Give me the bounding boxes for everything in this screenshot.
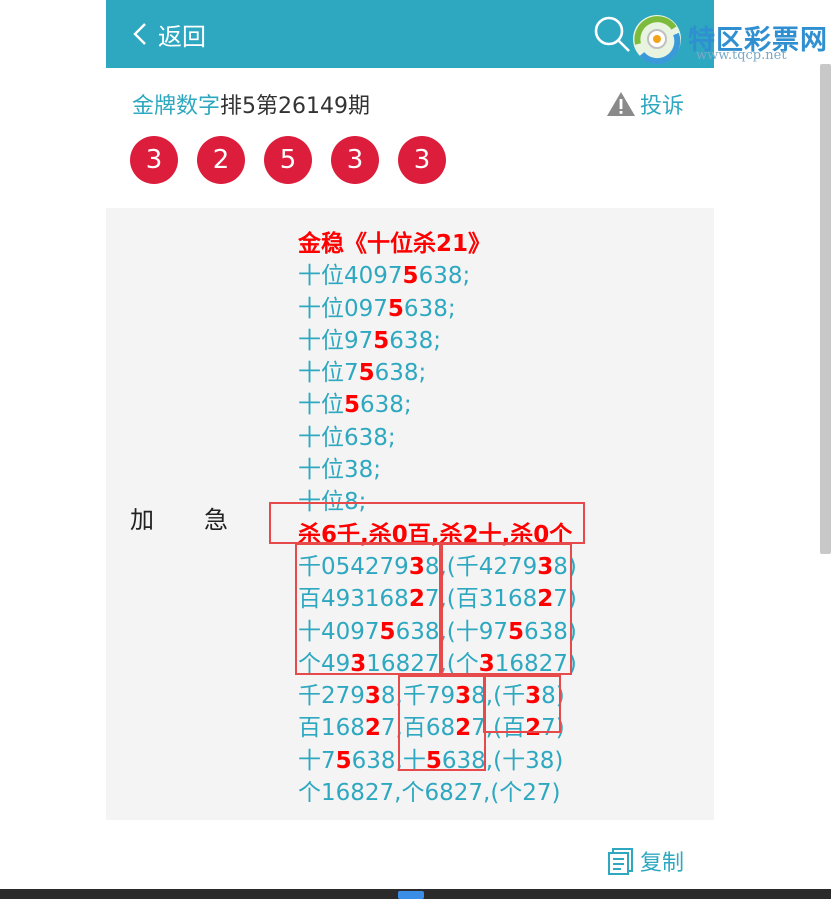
result-balls: 3 2 5 3 3 — [130, 136, 465, 184]
issue-title: 金牌数字排5第26149期 — [132, 88, 370, 120]
tip-text: 十位4097 — [298, 263, 403, 290]
highlighted-digit: 5 — [358, 360, 375, 387]
copy-label: 复制 — [640, 851, 685, 876]
tip-line: 个16827,个6827,(个27) — [298, 777, 577, 809]
tip-text: 十位097 — [298, 295, 388, 322]
tip-line: 十位40975638; — [298, 260, 577, 292]
highlight-box — [295, 543, 443, 675]
back-button[interactable]: 返回 — [130, 16, 206, 52]
issue-link[interactable]: 金牌数字 — [132, 94, 220, 119]
result-ball: 5 — [264, 136, 312, 184]
tip-line: 十位638; — [298, 422, 577, 454]
highlighted-digit: 金稳《十位杀21》 — [298, 231, 492, 257]
highlight-box — [483, 675, 561, 733]
site-logo: 特区彩票网 www.tqcp.net — [628, 10, 828, 68]
scrollbar[interactable] — [820, 64, 831, 554]
tip-text: 十7 — [298, 747, 336, 774]
tip-text: 638; — [418, 263, 471, 290]
tip-text: 百168 — [298, 715, 365, 742]
highlighted-digit: 5 — [344, 392, 361, 419]
tip-line: 十位75638; — [298, 357, 577, 389]
highlighted-digit: 5 — [387, 295, 404, 322]
tip-text: 638; — [374, 360, 427, 387]
highlight-box — [398, 675, 486, 771]
copy-button[interactable]: 复制 — [606, 845, 684, 877]
highlighted-digit: 3 — [364, 683, 381, 710]
logo-url: www.tqcp.net — [696, 48, 787, 63]
report-button[interactable]: 投诉 — [606, 88, 684, 120]
taskbar — [0, 889, 831, 899]
tip-text: 十位38; — [298, 457, 382, 484]
top-bar: 返回 — [106, 0, 714, 68]
issue-number: 排5第26149期 — [220, 94, 370, 119]
search-icon[interactable] — [592, 14, 632, 54]
copy-icon — [608, 848, 633, 875]
tip-line: 十位38; — [298, 454, 577, 486]
tip-text: 十位 — [298, 392, 344, 419]
result-ball: 3 — [331, 136, 379, 184]
tip-line: 十位0975638; — [298, 293, 577, 325]
highlighted-digit: 2 — [364, 715, 381, 742]
tip-text: 十位638; — [298, 424, 396, 451]
back-label: 返回 — [158, 22, 206, 51]
tip-line: 十位975638; — [298, 325, 577, 357]
warning-icon — [607, 92, 635, 116]
result-ball: 2 — [197, 136, 245, 184]
tip-text: 638; — [403, 295, 456, 322]
chevron-left-icon — [133, 23, 146, 45]
tip-text: 638; — [360, 392, 412, 419]
highlight-box — [439, 543, 572, 675]
taskbar-app-icon[interactable] — [398, 891, 424, 899]
result-ball: 3 — [398, 136, 446, 184]
tip-text: 638; — [389, 327, 441, 354]
tip-line: 十位5638; — [298, 389, 577, 421]
report-label: 投诉 — [640, 94, 685, 119]
highlighted-digit: 5 — [402, 263, 419, 290]
logo-swirl-icon — [633, 15, 681, 65]
result-ball: 3 — [130, 136, 178, 184]
tip-line: 金稳《十位杀21》 — [298, 228, 577, 260]
tip-text: 十位7 — [298, 360, 359, 387]
highlighted-digit: 5 — [373, 327, 390, 354]
highlighted-digit: 5 — [335, 747, 352, 774]
tip-text: 个16827,个6827,(个27) — [298, 780, 561, 807]
tip-text: 十位97 — [298, 327, 374, 354]
highlight-box — [269, 502, 585, 544]
row-label: 加急 — [130, 506, 278, 534]
tip-text: 千279 — [298, 683, 365, 710]
